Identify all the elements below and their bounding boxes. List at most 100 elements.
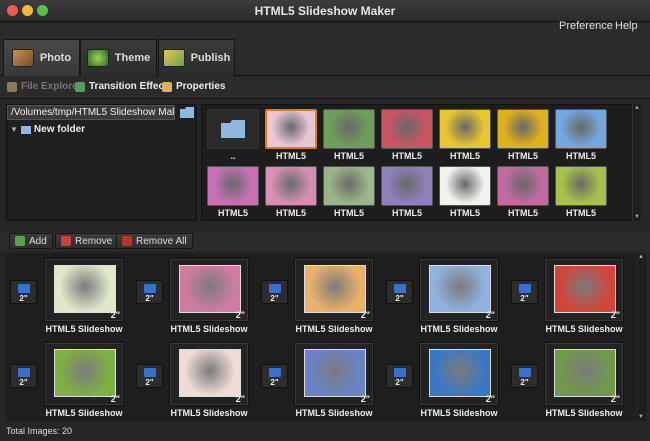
grid-thumbnail[interactable]: HTML5	[497, 109, 549, 161]
grid-thumbnail[interactable]: HTML5	[497, 166, 549, 218]
transition-button[interactable]: 2"	[511, 364, 538, 388]
slide-thumbnail[interactable]: 2"	[44, 342, 124, 406]
properties-label: Properties	[176, 81, 226, 92]
thumbnail-image	[323, 109, 375, 149]
grid-parent-folder[interactable]: ..	[207, 109, 259, 161]
transition-button[interactable]: 2"	[136, 364, 163, 388]
tab-photo[interactable]: Photo	[3, 39, 80, 76]
sub-toolbar: File Explorer Transition Effect Properti…	[0, 77, 650, 99]
slide-duration: 2"	[485, 394, 495, 404]
slide-thumbnail[interactable]: 2"	[419, 258, 499, 322]
grid-caption: HTML5	[450, 208, 480, 218]
slide-image	[554, 265, 616, 313]
add-button[interactable]: Add	[9, 233, 53, 249]
slide-timeline: 2" 2" HTML5 Slideshow 2" 2" HTML5 Slideshow 2"…	[6, 253, 636, 421]
tab-theme[interactable]: Theme	[80, 39, 157, 76]
browse-folder-button[interactable]	[177, 105, 196, 120]
slide-caption: HTML5 Slideshow	[420, 408, 498, 418]
transition-icon	[394, 284, 406, 293]
grid-thumbnail[interactable]: HTML5	[439, 166, 491, 218]
scroll-up-icon[interactable]: ▲	[634, 105, 640, 111]
timeline-scrollbar[interactable]: ▲ ▼	[637, 253, 646, 421]
remove-icon	[61, 236, 71, 246]
slide-thumbnail[interactable]: 2"	[419, 342, 499, 406]
grid-thumbnail[interactable]: HTML5	[323, 109, 375, 161]
grid-scrollbar[interactable]: ▲ ▼	[632, 104, 641, 221]
grid-thumbnail[interactable]: HTML5	[439, 109, 491, 161]
slide-duration: 2"	[235, 310, 245, 320]
transition-duration: 2"	[520, 294, 529, 303]
grid-thumbnail[interactable]: HTML5	[323, 166, 375, 218]
slide-thumbnail[interactable]: 2"	[294, 258, 374, 322]
app-window: HTML5 Slideshow Maker Preference Help Ph…	[0, 0, 650, 441]
slide-image	[304, 349, 366, 397]
add-label: Add	[29, 235, 47, 247]
tab-bar: Photo Theme Publish	[0, 36, 650, 76]
tab-publish-label: Publish	[190, 52, 231, 64]
photo-grid-panel: .. HTML5 HTML5 HTML5 HTML5 HTML5 HTML5 HTML5 HT…	[201, 104, 641, 221]
path-field[interactable]: /Volumes/tmp/HTML5 Slideshow Maker	[7, 105, 175, 120]
tree-item-new-folder[interactable]: ▼ New folder	[10, 124, 85, 135]
slide-thumbnail[interactable]: 2"	[544, 342, 624, 406]
transition-effect-button[interactable]: Transition Effect	[75, 81, 167, 92]
transition-button[interactable]: 2"	[10, 364, 37, 388]
grid-caption: HTML5	[392, 151, 422, 161]
thumbnail-image	[323, 166, 375, 206]
transition-icon	[269, 284, 281, 293]
grid-thumbnail[interactable]: HTML5	[555, 166, 607, 218]
grid-thumbnail[interactable]: HTML5	[265, 166, 317, 218]
slide-image	[179, 349, 241, 397]
slide-caption: HTML5 Slideshow	[420, 324, 498, 334]
grid-caption: HTML5	[276, 208, 306, 218]
slide-thumbnail[interactable]: 2"	[294, 342, 374, 406]
thumbnail-image	[555, 109, 607, 149]
slide-duration: 2"	[110, 394, 120, 404]
transition-button[interactable]: 2"	[10, 280, 37, 304]
slide-caption: HTML5 Slideshow	[45, 408, 123, 418]
properties-button[interactable]: Properties	[162, 81, 225, 92]
thumbnail-image	[381, 166, 433, 206]
scroll-down-icon[interactable]: ▼	[638, 414, 644, 420]
grid-thumbnail[interactable]: HTML5	[381, 166, 433, 218]
transition-button[interactable]: 2"	[136, 280, 163, 304]
folder-tree-panel: /Volumes/tmp/HTML5 Slideshow Maker ▼ New…	[6, 104, 197, 221]
transition-icon	[18, 368, 30, 377]
transition-icon	[519, 368, 531, 377]
transition-button[interactable]: 2"	[511, 280, 538, 304]
transition-button[interactable]: 2"	[261, 364, 288, 388]
slide-thumbnail[interactable]: 2"	[44, 258, 124, 322]
menu-preference[interactable]: Preference	[559, 20, 613, 32]
slide-thumbnail[interactable]: 2"	[169, 258, 249, 322]
remove-all-icon	[122, 236, 132, 246]
remove-all-label: Remove All	[136, 235, 187, 247]
file-explorer-label: File Explorer	[21, 81, 82, 92]
grid-thumbnail[interactable]: HTML5	[381, 109, 433, 161]
slide-image	[304, 265, 366, 313]
slide-duration: 2"	[610, 310, 620, 320]
transition-button[interactable]: 2"	[261, 280, 288, 304]
file-explorer-button[interactable]: File Explorer	[7, 81, 82, 92]
folder-open-icon	[179, 107, 194, 118]
expand-triangle-icon[interactable]: ▼	[10, 125, 18, 134]
slide-image	[429, 265, 491, 313]
transition-duration: 2"	[270, 294, 279, 303]
slide-thumbnail[interactable]: 2"	[544, 258, 624, 322]
grid-thumbnail[interactable]: HTML5	[555, 109, 607, 161]
slide-thumbnail[interactable]: 2"	[169, 342, 249, 406]
thumbnail-image	[439, 166, 491, 206]
remove-button[interactable]: Remove	[55, 233, 119, 249]
scroll-down-icon[interactable]: ▼	[634, 214, 640, 220]
grid-thumbnail[interactable]: HTML5	[207, 166, 259, 218]
menu-help[interactable]: Help	[615, 20, 638, 32]
scroll-up-icon[interactable]: ▲	[638, 254, 644, 260]
tab-publish[interactable]: Publish	[158, 39, 235, 76]
transition-button[interactable]: 2"	[386, 280, 413, 304]
thumbnail-image	[207, 166, 259, 206]
transition-duration: 2"	[270, 378, 279, 387]
add-icon	[15, 236, 25, 246]
grid-caption: ..	[230, 151, 236, 161]
grid-thumbnail[interactable]: HTML5	[265, 109, 317, 161]
transition-button[interactable]: 2"	[386, 364, 413, 388]
slide-duration: 2"	[235, 394, 245, 404]
remove-all-button[interactable]: Remove All	[116, 233, 193, 249]
